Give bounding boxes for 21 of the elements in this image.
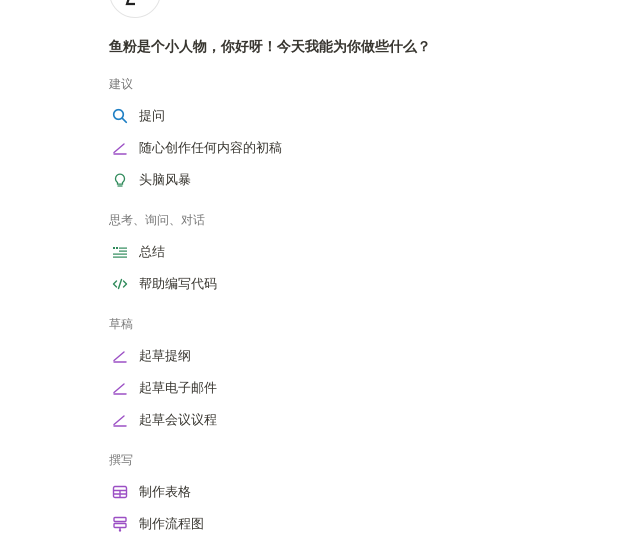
menu-item[interactable]: 制作表格 [109, 476, 199, 508]
section-title: 思考、询问、对话 [109, 212, 206, 228]
flowchart-icon [112, 516, 128, 532]
menu-item[interactable]: 头脑风暴 [109, 164, 199, 196]
menu-item[interactable]: 提问 [109, 100, 173, 132]
menu-item[interactable]: 起草电子邮件 [109, 372, 225, 404]
code-icon [112, 276, 128, 292]
section-title: 草稿 [109, 316, 134, 332]
search-icon [112, 108, 128, 124]
menu-item[interactable]: 随心创作任何内容的初稿 [109, 132, 290, 164]
table-icon [112, 484, 128, 500]
menu-item[interactable]: 起草会议议程 [109, 404, 225, 436]
section-title: 建议 [109, 76, 134, 92]
greeting-text: 鱼粉是个小人物，你好呀！今天我能为你做些什么？ [109, 38, 432, 57]
lightbulb-icon [112, 172, 128, 188]
section-title: 撰写 [109, 452, 134, 468]
quote-lines-icon [112, 244, 128, 260]
menu-item[interactable]: 总结 [109, 236, 173, 268]
menu-item[interactable]: 制作流程图 [109, 508, 212, 540]
menu-item[interactable]: 帮助编写代码 [109, 268, 225, 300]
menu-item[interactable]: 起草提纲 [109, 340, 199, 372]
